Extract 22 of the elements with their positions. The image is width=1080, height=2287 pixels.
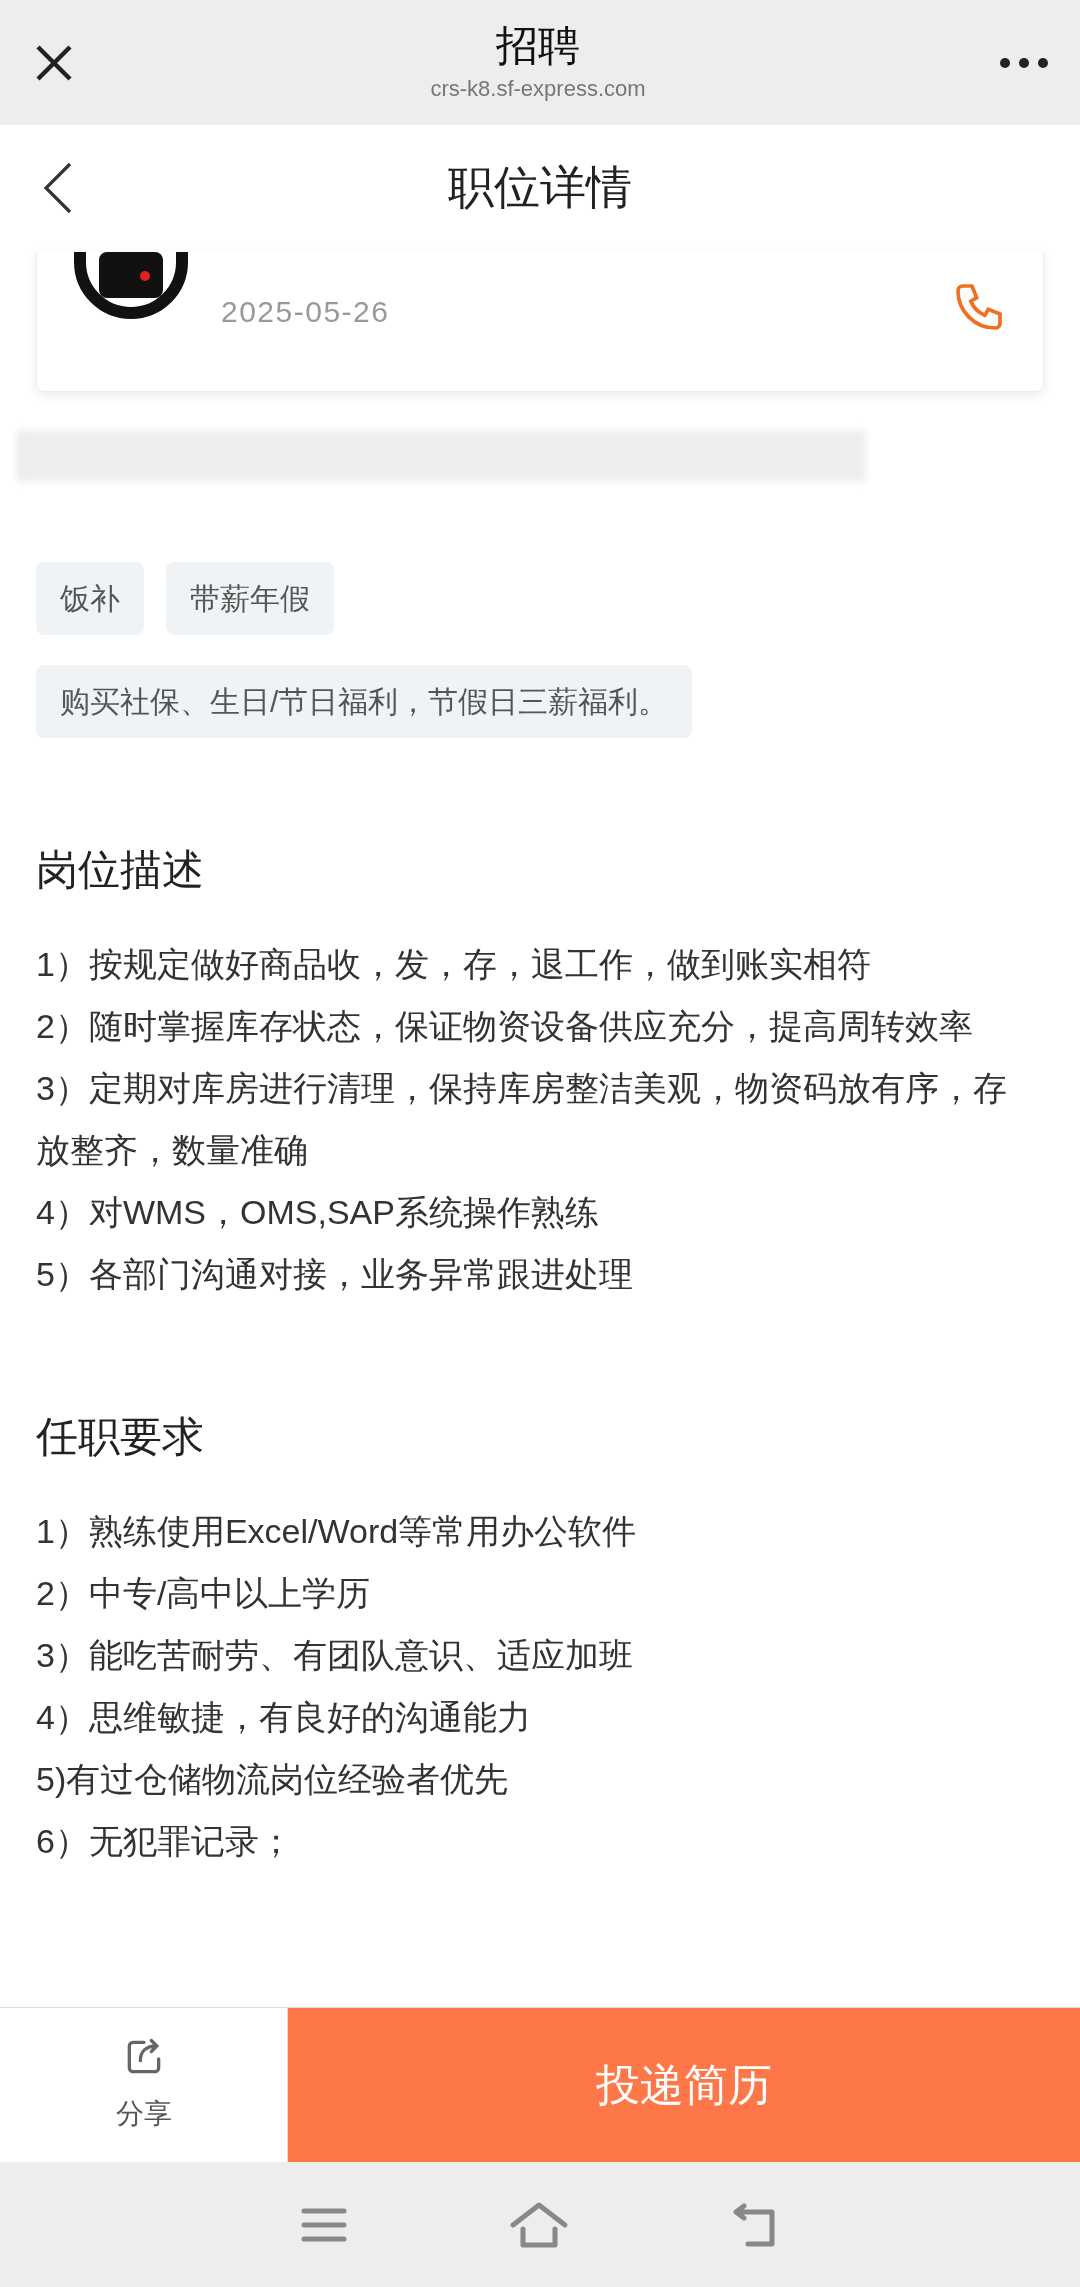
description-line: 3）能吃苦耐劳、有团队意识、适应加班 xyxy=(36,1635,634,1676)
description-line: 1）按规定做好商品收，发，存，退工作，做到账实相符 xyxy=(36,944,872,985)
header-title: 职位详情 xyxy=(447,160,633,215)
description-line: 4）对WMS，OMS,SAP系统操作熟练 xyxy=(36,1192,600,1233)
description-line: 2）随时掌握库存状态，保证物资设备供应充分，提高周转效率 xyxy=(36,1006,974,1047)
url-text: crs-k8.sf-express.com xyxy=(430,75,646,104)
page-title: 招聘 xyxy=(496,20,580,71)
benefits-note: 购买社保、生日/节日福利，节假日三薪福利。 xyxy=(36,665,693,738)
section-title: 岗位描述 xyxy=(36,845,205,895)
description-line: 6）无犯罪记录； xyxy=(36,1821,294,1862)
section-title: 任职要求 xyxy=(36,1412,205,1462)
description-line: 4）思维敏捷，有良好的沟通能力 xyxy=(36,1697,532,1738)
benefit-tag: 饭补 xyxy=(36,562,144,635)
post-date: 2025-05-26 xyxy=(221,294,390,330)
description-line: 3）定期对库房进行清理，保持库房整洁美观，物资码放有序，存放整齐，数量准确 xyxy=(36,1068,1008,1171)
description-line: 5）各部门沟通对接，业务异常跟进处理 xyxy=(36,1254,634,1295)
home-icon[interactable] xyxy=(509,2200,569,2249)
description-line: 5)有过仓储物流岗位经验者优先 xyxy=(36,1759,510,1800)
description-line: 1）熟练使用Excel/Word等常用办公软件 xyxy=(36,1511,638,1552)
benefit-tag: 带薪年假 xyxy=(166,562,334,635)
more-icon[interactable] xyxy=(998,55,1050,70)
description-line: 2）中专/高中以上学历 xyxy=(36,1573,372,1614)
